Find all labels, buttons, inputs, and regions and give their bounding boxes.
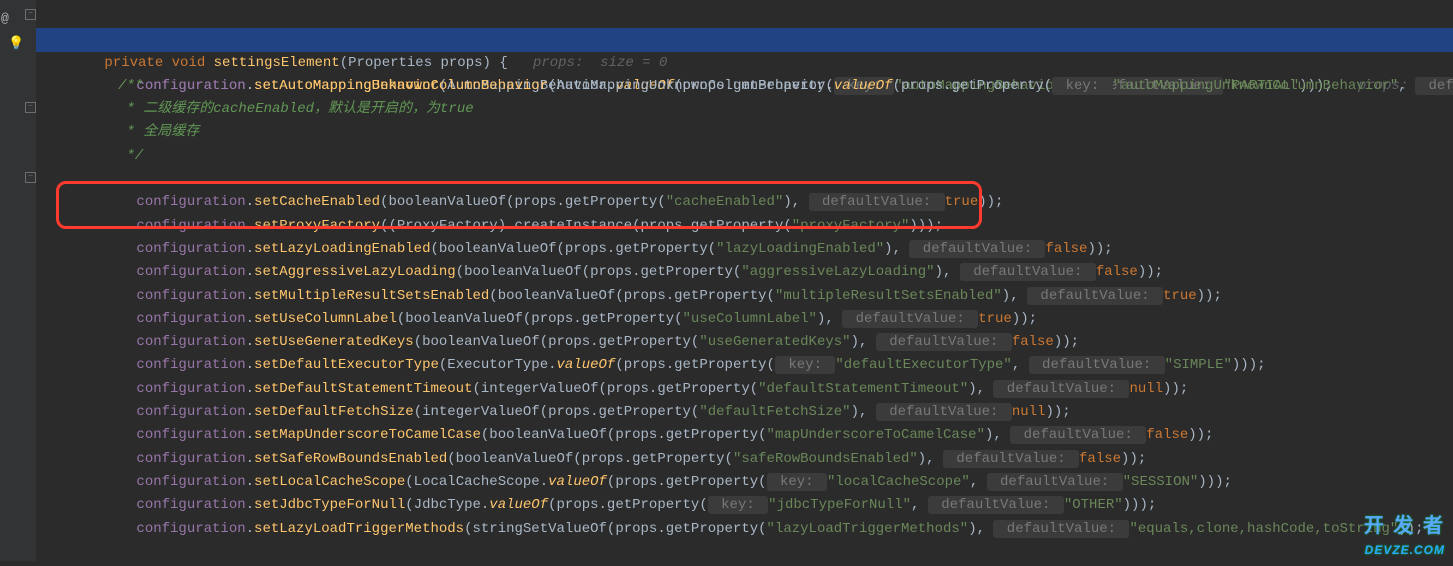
code-line[interactable]: configuration.setUseGeneratedKeys(boolea… [36,308,1453,331]
code-line[interactable]: configuration.setUseColumnLabel(booleanV… [36,285,1453,308]
code-line[interactable]: configuration.setLazyLoadingEnabled(bool… [36,215,1453,238]
code-line[interactable]: configuration.setAggressiveLazyLoading(b… [36,238,1453,261]
code-line[interactable]: configuration.setLazyLoadTriggerMethods(… [36,494,1453,517]
doc-comment[interactable]: * 二级缓存的cacheEnabled，默认是开启的，为true [36,98,1453,121]
code-line[interactable]: configuration.setMultipleResultSetsEnabl… [36,261,1453,284]
code-line[interactable]: configuration.setDefaultFetchSize(intege… [36,378,1453,401]
code-line[interactable]: configuration.setMapUnderscoreToCamelCas… [36,401,1453,424]
code-line[interactable]: configuration.setSafeRowBoundsEnabled(bo… [36,424,1453,447]
code-line[interactable]: configuration.setJdbcTypeForNull(JdbcTyp… [36,471,1453,494]
code-line[interactable]: configuration.setProxyFactory((ProxyFact… [36,191,1453,214]
doc-comment[interactable]: /** [36,75,1453,98]
fold-icon[interactable]: − [25,102,36,113]
code-line[interactable]: configuration.setAutoMappingUnknownColum… [36,52,1453,75]
code-line[interactable]: configuration.setDefaultExecutorType(Exe… [36,331,1453,354]
intention-bulb-icon[interactable]: 💡 [8,32,24,55]
doc-comment[interactable]: */ [36,145,1453,168]
code-area[interactable]: @ private void settingsElement(Propertie… [36,5,1453,518]
code-line[interactable]: configuration.setLocalCacheScope(LocalCa… [36,448,1453,471]
fold-icon[interactable]: − [25,172,36,183]
code-line-selected[interactable]: 💡 configuration.setAutoMappingBehavior(A… [36,28,1453,51]
fold-icon[interactable]: − [25,9,36,20]
code-line[interactable]: configuration.setCacheEnabled(booleanVal… [36,168,1453,191]
code-editor[interactable]: − − − @ private void settingsElement(Pro… [0,0,1453,566]
gutter: − − − [0,0,36,561]
override-gutter-icon: @ [1,7,9,30]
watermark: 开 发 者 DEVZE.COM [1364,515,1445,562]
doc-comment[interactable]: * 全局缓存 [36,121,1453,144]
code-line[interactable]: @ private void settingsElement(Propertie… [36,5,1453,28]
code-line[interactable]: configuration.setDefaultStatementTimeout… [36,354,1453,377]
